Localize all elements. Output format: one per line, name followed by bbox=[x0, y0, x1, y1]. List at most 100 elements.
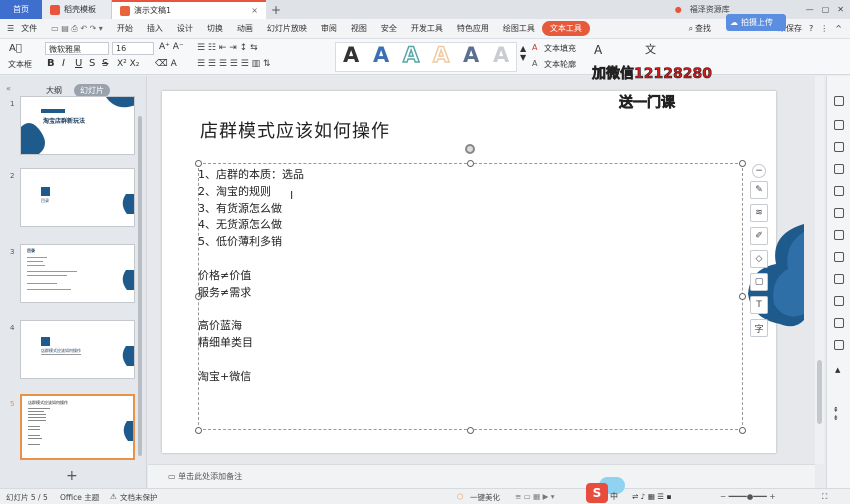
pen-icon[interactable]: ✐ bbox=[750, 227, 768, 245]
close-icon[interactable]: × bbox=[251, 6, 258, 15]
search-label[interactable]: 查找 bbox=[695, 23, 711, 34]
doc-protect-icon[interactable]: ⚠ bbox=[110, 492, 117, 501]
menu-item-insert[interactable]: 插入 bbox=[140, 23, 170, 34]
resize-handle[interactable] bbox=[195, 427, 202, 434]
clear-format-icon[interactable]: ⌫ A bbox=[155, 59, 177, 69]
style-orange-outline[interactable]: A bbox=[432, 42, 450, 68]
superscript-icon[interactable]: X² X₂ bbox=[117, 59, 139, 69]
beautify-icon[interactable]: ⬡ bbox=[457, 492, 464, 501]
crop-icon[interactable] bbox=[834, 186, 844, 196]
chart-icon[interactable] bbox=[834, 208, 844, 218]
new-tab-button[interactable]: + bbox=[266, 0, 286, 19]
menu-icon[interactable]: ☰ bbox=[0, 24, 21, 33]
list-icons[interactable]: ☰ ☷ ⇤ ⇥ ↕ ⇆ bbox=[197, 43, 258, 53]
slide-thumb-4[interactable]: 店群模式应该如何操作 bbox=[20, 320, 135, 379]
collapse-panel-icon[interactable]: « bbox=[6, 84, 11, 93]
collapse-icon[interactable]: ^ bbox=[835, 24, 842, 33]
help-icon[interactable]: ? bbox=[809, 24, 813, 33]
notes-pane[interactable]: ▭ 单击此处添加备注 bbox=[148, 464, 815, 488]
style-black[interactable]: A bbox=[343, 43, 359, 67]
image-icon[interactable] bbox=[834, 252, 844, 262]
menu-item-drawing[interactable]: 绘图工具 bbox=[496, 23, 542, 34]
beautify-button[interactable]: 一键美化 bbox=[470, 492, 500, 503]
page-nav-icon[interactable]: ⇞ ⇟ bbox=[833, 406, 839, 422]
resize-handle[interactable] bbox=[739, 160, 746, 167]
resize-handle[interactable] bbox=[195, 160, 202, 167]
text-fill-button[interactable]: 文本填充 bbox=[544, 43, 576, 54]
textbox-label[interactable]: 文本框 bbox=[8, 59, 32, 70]
more-icon[interactable]: ⋮ bbox=[820, 24, 828, 33]
resource-label[interactable]: 福泽资源库 bbox=[690, 4, 730, 15]
scrollbar-thumb[interactable] bbox=[817, 360, 822, 424]
ime-logo[interactable]: S bbox=[586, 483, 608, 503]
underline-icon[interactable]: U bbox=[75, 58, 82, 69]
bold-icon[interactable]: B bbox=[47, 58, 55, 69]
menu-item-view[interactable]: 视图 bbox=[344, 23, 374, 34]
menu-item-text-tools[interactable]: 文本工具 bbox=[541, 21, 590, 36]
text-style-icon[interactable]: 字 bbox=[750, 319, 768, 337]
menu-item-security[interactable]: 安全 bbox=[374, 23, 404, 34]
sync-upload-button[interactable]: ☁ 拍摄上传 bbox=[726, 14, 786, 31]
slide-thumb-3[interactable]: 目录 bbox=[20, 244, 135, 303]
strikethrough-icon[interactable]: S bbox=[102, 58, 108, 69]
tab-presentation[interactable]: 演示文稿1 × bbox=[112, 0, 266, 19]
properties-icon[interactable] bbox=[834, 120, 844, 130]
resize-handle[interactable] bbox=[739, 427, 746, 434]
zoom-slider[interactable]: − ━━━━●━━━ + bbox=[720, 492, 776, 501]
text-outline-button[interactable]: 文本轮廓 bbox=[544, 59, 576, 70]
close-window-icon[interactable]: ✕ bbox=[837, 5, 844, 14]
view-mode-icons[interactable]: ≡ ▭ ▦ ▶ ▾ bbox=[515, 492, 555, 501]
minimize-icon[interactable]: — bbox=[806, 5, 814, 14]
font-grow-icon[interactable]: A⁺ A⁻ bbox=[159, 42, 184, 52]
slide-title[interactable]: 店群模式应该如何操作 bbox=[200, 117, 390, 143]
outline-icon[interactable]: ▢ bbox=[750, 273, 768, 291]
scroll-up-icon[interactable]: ▲ bbox=[835, 366, 840, 374]
textbox-shape-icon[interactable]: T bbox=[750, 296, 768, 314]
copy-icon[interactable] bbox=[834, 164, 844, 174]
ime-mode[interactable]: 中 bbox=[610, 491, 618, 502]
gallery-scroll-icon[interactable]: ▲ ▼ bbox=[520, 44, 526, 62]
backup-icon[interactable] bbox=[834, 296, 844, 306]
menu-item-home[interactable]: 开始 bbox=[110, 23, 140, 34]
menu-item-review[interactable]: 审阅 bbox=[314, 23, 344, 34]
style-grey[interactable]: A bbox=[493, 43, 509, 67]
home-tab[interactable]: 首页 bbox=[0, 0, 42, 19]
tab-docer[interactable]: 稻壳模板 bbox=[42, 0, 112, 19]
resize-handle[interactable] bbox=[467, 160, 474, 167]
fit-window-icon[interactable]: ⛶ bbox=[822, 492, 827, 502]
resize-handle[interactable] bbox=[467, 427, 474, 434]
table-icon[interactable] bbox=[834, 230, 844, 240]
menu-item-slideshow[interactable]: 幻灯片放映 bbox=[260, 23, 314, 34]
align-icons[interactable]: ☰ ☰ ☰ ☰ ☰ ▥ ⇅ bbox=[197, 59, 271, 69]
textbox-icon[interactable]: A⃞ bbox=[9, 43, 22, 54]
ime-toolbar[interactable]: ⇌ ♪ ▦ ☰ ▪ bbox=[632, 492, 672, 501]
settings-icon[interactable] bbox=[834, 318, 844, 328]
slide-body-text[interactable]: 1、店群的本质：选品 2、淘宝的规则 3、有货源怎么做 4、无货源怎么做 5、低… bbox=[198, 167, 304, 385]
layers-icon[interactable]: ≋ bbox=[750, 204, 768, 222]
task-pane-icon[interactable] bbox=[834, 96, 844, 106]
export-icon[interactable] bbox=[834, 274, 844, 284]
maximize-icon[interactable]: ▢ bbox=[822, 5, 830, 14]
text-effect-icon[interactable]: A bbox=[594, 43, 602, 57]
menu-file[interactable]: 文件 bbox=[21, 23, 44, 34]
style-slate[interactable]: A bbox=[463, 43, 479, 67]
text-box-tool-icon[interactable]: 文 bbox=[645, 41, 656, 57]
shadow-icon[interactable]: S bbox=[89, 58, 95, 69]
help-panel-icon[interactable] bbox=[834, 340, 844, 350]
text-format-icon[interactable]: ✎ bbox=[750, 181, 768, 199]
font-name-select[interactable]: 微软雅黑 bbox=[45, 42, 109, 55]
text-fill-icon[interactable]: A bbox=[532, 43, 537, 52]
menu-item-transition[interactable]: 切换 bbox=[200, 23, 230, 34]
slide-thumb-2[interactable]: 目录 bbox=[20, 168, 135, 227]
text-style-gallery[interactable] bbox=[335, 42, 517, 72]
text-outline-icon[interactable]: A bbox=[532, 59, 537, 68]
fill-bucket-icon[interactable]: ◇ bbox=[750, 250, 768, 268]
search-icon[interactable]: ⌕ bbox=[689, 24, 693, 34]
slide-thumb-5[interactable]: 店群模式应该如何操作 bbox=[20, 394, 135, 460]
collapse-float-icon[interactable]: − bbox=[752, 164, 766, 178]
menu-item-dev[interactable]: 开发工具 bbox=[404, 23, 450, 34]
add-slide-button[interactable]: + bbox=[66, 468, 78, 484]
quick-access[interactable]: ▭ ▤ ⎙ ↶ ↷ ▾ bbox=[44, 24, 110, 34]
doc-protect-status[interactable]: 文档未保护 bbox=[120, 492, 158, 503]
menu-item-animation[interactable]: 动画 bbox=[230, 23, 260, 34]
